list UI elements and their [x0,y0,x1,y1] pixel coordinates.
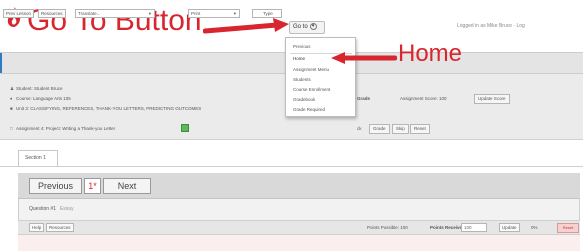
document-icon: □ [10,126,13,131]
points-received-input[interactable]: 100 [461,223,487,232]
response-area[interactable] [18,235,580,251]
grade-button[interactable]: Grade [369,124,390,134]
logged-in-text: Logged in as Mike Bruce · Log [457,23,525,29]
type-label: Type [263,11,273,16]
percent-score: 0% [531,225,538,230]
user-icon: ♟ [10,86,15,91]
question-number: Question #1 [29,206,56,212]
menu-item-grade-required[interactable]: Grade Required [293,107,325,112]
translate-select[interactable]: Translate... ▾ [75,9,155,18]
reset-button[interactable]: Reset [410,124,430,134]
question-heading: Question #1 Essay [29,206,74,212]
course-name: Course: Language Arts 105 [16,96,71,101]
menu-item-home[interactable]: Home [293,56,305,61]
goto-label: Go to [293,24,308,30]
print-select[interactable]: Print ▾ [188,9,240,18]
menu-item-gradebook[interactable]: Gradebook [293,97,315,102]
next-button[interactable]: Next [103,178,151,194]
check-label: ck [357,126,362,131]
type-select[interactable]: Type [252,9,282,18]
arrow-annotation-icon [331,52,397,64]
annotation-home: Home [398,40,463,67]
skip-button[interactable]: Skip [392,124,409,134]
question-type: Essay [59,206,74,212]
unit-name: Unit 3: CLASSIFYING, REFERENCES, THANK-Y… [16,106,202,111]
points-possible: Points Possible: 100 [367,225,408,230]
chevron-down-icon: ▾ [148,11,151,16]
menu-item-assignment-menu[interactable]: Assignment Menu [293,67,329,72]
tab-section-1[interactable]: Section 1 [18,150,58,166]
scoring-bar [18,220,580,235]
current-question-button[interactable]: 1* [84,178,101,194]
assignment-score: Assignment Score: 100 [400,96,447,101]
help-button[interactable]: Help [29,223,45,232]
goto-button[interactable]: Go to ▾ [289,21,325,34]
reset-points-button[interactable]: Reset [557,223,579,233]
resources-button[interactable]: Resources [38,9,66,18]
grade-label: Grade [357,96,371,101]
goto-dropdown-menu: Previous Home Assignment Menu Students C… [285,37,356,117]
assignment-name: Assignment 4: Project: Writing a Thank-y… [16,126,116,131]
menu-item-previous[interactable]: Previous [293,44,311,49]
unit-icon: ■ [10,106,13,111]
update-points-button[interactable]: Update [499,223,520,232]
update-score-button[interactable]: Update Score [474,94,510,104]
chevron-down-circle-icon: ▾ [309,22,317,30]
tab-divider [0,166,583,167]
menu-item-students[interactable]: Students [293,77,311,82]
translate-label: Translate... [78,11,101,16]
student-name: Student: Student Bruce [16,86,63,91]
prev-lesson-button[interactable]: Prev Lesson [3,9,35,18]
chevron-down-icon: ▾ [233,11,236,16]
status-badge [181,124,189,132]
course-icon: ♦ [10,96,13,101]
resources-small-button[interactable]: Resources [46,223,74,232]
menu-item-course-enrollment[interactable]: Course Enrollment [293,87,330,92]
toolbar-accent [0,53,2,73]
previous-button[interactable]: Previous [29,178,82,194]
print-label: Print [191,11,201,16]
